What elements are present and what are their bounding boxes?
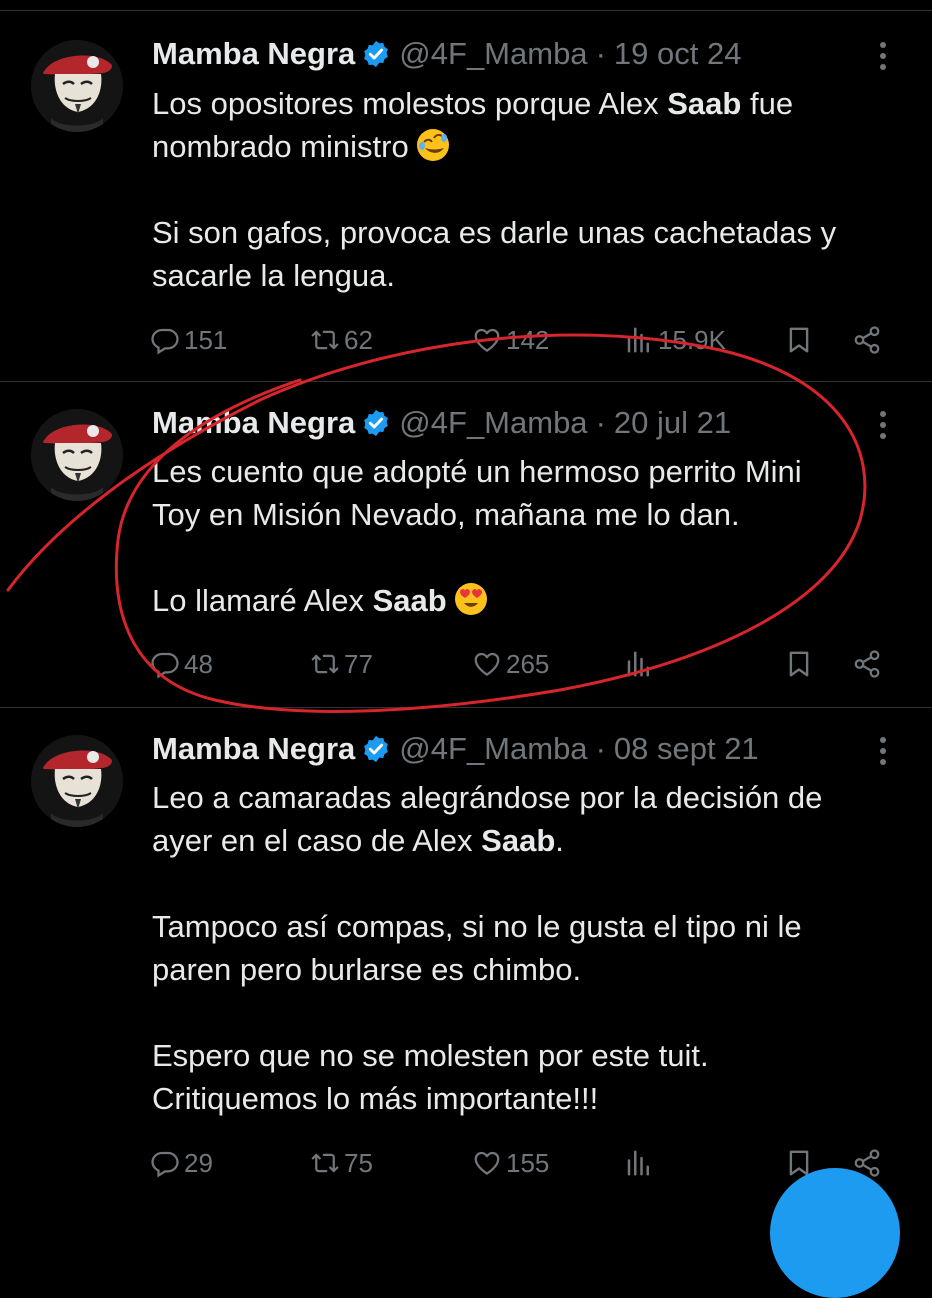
share-button[interactable] — [852, 318, 882, 362]
share-icon — [852, 649, 882, 679]
tweet-date[interactable]: 19 oct 24 — [614, 36, 742, 72]
bookmark-button[interactable] — [784, 642, 814, 686]
more-icon[interactable] — [870, 731, 896, 771]
like-count: 155 — [506, 1147, 550, 1178]
views-icon — [624, 1148, 654, 1178]
like-button[interactable]: 155 — [472, 1141, 549, 1185]
reply-count: 48 — [184, 648, 213, 679]
reply-icon — [150, 325, 180, 355]
bookmark-icon — [784, 649, 814, 679]
tweet-date[interactable]: 08 sept 21 — [614, 731, 759, 767]
action-bar: 48 77 265 — [150, 642, 890, 686]
like-icon — [472, 649, 502, 679]
tweet-text: Los opositores molestos porque Alex Saab… — [152, 86, 837, 293]
author-name[interactable]: Mamba Negra — [152, 36, 355, 72]
author-handle[interactable]: @4F_Mamba — [399, 731, 587, 767]
tweet-text: Leo a camaradas alegrándose por la decis… — [152, 780, 823, 1116]
verified-icon — [361, 39, 391, 69]
top-divider — [0, 10, 932, 11]
avatar[interactable] — [31, 735, 123, 827]
more-icon[interactable] — [870, 36, 896, 76]
views-button[interactable] — [624, 642, 658, 686]
reply-button[interactable]: 29 — [150, 1141, 213, 1185]
compose-button[interactable] — [770, 1168, 900, 1298]
reply-count: 151 — [184, 324, 228, 355]
avatar[interactable] — [31, 40, 123, 132]
reply-icon — [150, 1148, 180, 1178]
views-button[interactable]: 15.9K — [624, 318, 726, 362]
retweet-count: 75 — [344, 1147, 373, 1178]
like-button[interactable]: 142 — [472, 318, 549, 362]
bookmark-button[interactable] — [784, 318, 814, 362]
reply-button[interactable]: 48 — [150, 642, 213, 686]
like-button[interactable]: 265 — [472, 642, 549, 686]
retweet-count: 77 — [344, 648, 373, 679]
retweet-button[interactable]: 77 — [310, 642, 373, 686]
tweet-text: Les cuento que adopté un hermoso perrito… — [152, 454, 802, 618]
verified-icon — [361, 734, 391, 764]
reply-icon — [150, 649, 180, 679]
views-icon — [624, 649, 654, 679]
like-icon — [472, 1148, 502, 1178]
like-count: 142 — [506, 324, 550, 355]
author-handle[interactable]: @4F_Mamba — [399, 405, 587, 441]
retweet-button[interactable]: 75 — [310, 1141, 373, 1185]
tweet-date[interactable]: 20 jul 21 — [614, 405, 731, 441]
rofl-emoji-icon — [415, 127, 451, 163]
retweet-icon — [310, 325, 340, 355]
verified-icon — [361, 408, 391, 438]
retweet-icon — [310, 649, 340, 679]
separator: · — [595, 405, 606, 440]
share-icon — [852, 325, 882, 355]
action-bar: 29 75 155 — [150, 1141, 890, 1185]
like-count: 265 — [506, 648, 550, 679]
separator: · — [595, 731, 606, 766]
retweet-count: 62 — [344, 324, 373, 355]
separator: · — [595, 36, 606, 71]
views-icon — [624, 325, 654, 355]
views-button[interactable] — [624, 1141, 658, 1185]
retweet-button[interactable]: 62 — [310, 318, 373, 362]
bookmark-icon — [784, 325, 814, 355]
retweet-icon — [310, 1148, 340, 1178]
reply-button[interactable]: 151 — [150, 318, 227, 362]
author-handle[interactable]: @4F_Mamba — [399, 36, 587, 72]
views-count: 15.9K — [658, 324, 726, 355]
action-bar: 151 62 142 15.9K — [150, 318, 890, 362]
like-icon — [472, 325, 502, 355]
heart-eyes-emoji-icon — [453, 581, 489, 617]
more-icon[interactable] — [870, 405, 896, 445]
avatar[interactable] — [31, 409, 123, 501]
author-name[interactable]: Mamba Negra — [152, 731, 355, 767]
reply-count: 29 — [184, 1147, 213, 1178]
tweet-divider — [0, 381, 932, 382]
share-button[interactable] — [852, 642, 882, 686]
author-name[interactable]: Mamba Negra — [152, 405, 355, 441]
tweet-divider — [0, 707, 932, 708]
